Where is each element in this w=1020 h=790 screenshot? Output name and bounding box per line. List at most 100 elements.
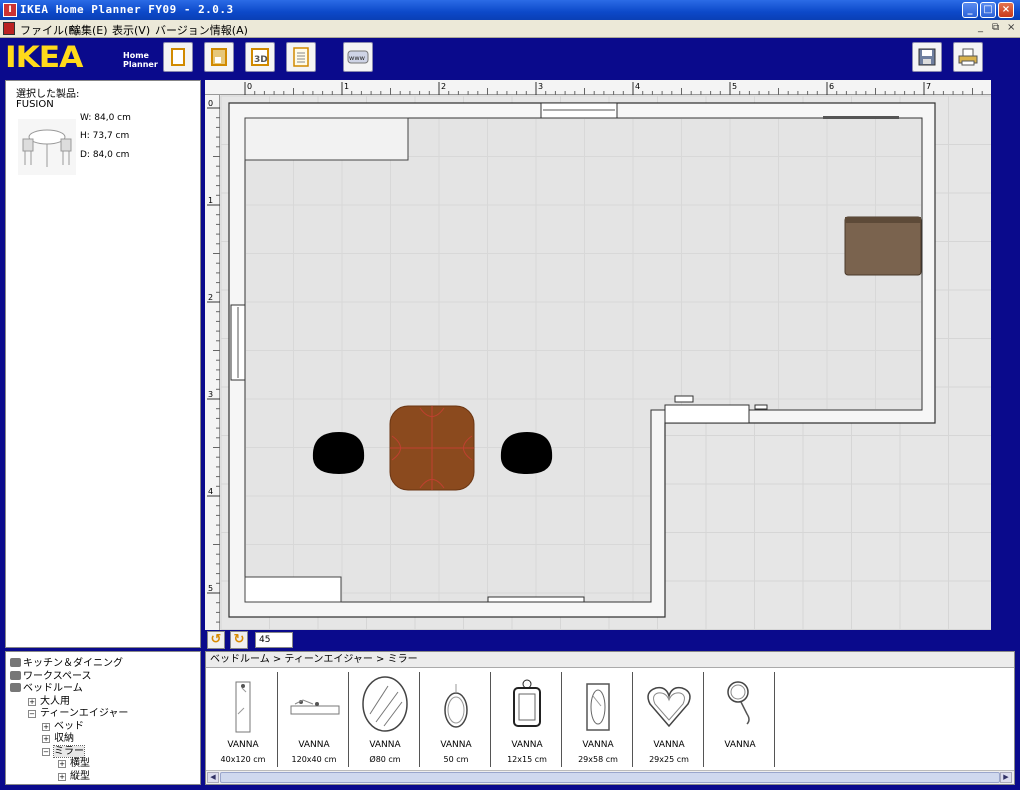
catalog-scrollbar[interactable]: ◀ ▶ xyxy=(206,770,1014,784)
menu-view[interactable]: 表示(V) xyxy=(112,22,150,38)
window-top-right[interactable] xyxy=(823,116,899,119)
catalog-item-size: 29x58 cm xyxy=(578,755,618,764)
tree-item-label: 縦型 xyxy=(70,770,90,782)
svg-text:3D: 3D xyxy=(254,55,268,65)
menu-edit[interactable]: 編集(E) xyxy=(70,22,108,38)
desk-edge xyxy=(845,217,921,223)
new-plan-button[interactable] xyxy=(163,42,193,72)
mdi-restore-icon[interactable]: ⧉ xyxy=(992,22,999,33)
web-button[interactable]: www xyxy=(343,42,373,72)
svg-text:www: www xyxy=(349,54,366,62)
catalog-item[interactable]: VANNA 12x15 cm xyxy=(492,672,562,767)
catalog-item-name: VANNA xyxy=(724,740,756,750)
collapse-icon[interactable]: − xyxy=(42,747,50,756)
print-button[interactable] xyxy=(953,42,983,72)
app-icon: I xyxy=(3,3,17,17)
menu-bar: ファイル(F) 編集(E) 表示(V) バージョン情報(A) _ ⧉ × xyxy=(0,20,1020,38)
catalog-item-size: 40x120 cm xyxy=(220,755,266,764)
open-plan-button[interactable] xyxy=(204,42,234,72)
product-catalog: ベッドルーム > ティーンエイジャー > ミラー VANNA 40x120 cm V… xyxy=(205,651,1015,785)
save-button[interactable] xyxy=(912,42,942,72)
www-icon: www xyxy=(347,50,369,64)
window-bottom[interactable] xyxy=(487,596,585,603)
catalog-item[interactable]: VANNA Ø80 cm xyxy=(350,672,420,767)
close-button[interactable]: × xyxy=(998,2,1014,18)
tree-item[interactable]: + 縦型 xyxy=(58,767,90,782)
logo-subtitle: Home Planner xyxy=(123,51,158,69)
hand-mirror-icon xyxy=(727,681,750,725)
product-height: H: 73,7 cm xyxy=(80,131,130,141)
door-stop xyxy=(754,404,768,410)
angle-input[interactable]: 45 xyxy=(255,632,293,648)
mdi-close-icon[interactable]: × xyxy=(1007,22,1015,33)
catalog-item-size: 12x15 cm xyxy=(507,755,547,764)
tall-mirror-icon xyxy=(235,681,251,733)
catalog-item[interactable]: VANNA 50 cm xyxy=(421,672,491,767)
fusion-table[interactable] xyxy=(389,405,475,491)
toolbar: IKEA Home Planner 3D www xyxy=(0,38,1020,78)
catalog-item-size: 29x25 cm xyxy=(649,755,689,764)
catalog-item-name: VANNA xyxy=(582,740,614,750)
catalog-item-name: VANNA xyxy=(298,740,330,750)
room-plan[interactable] xyxy=(205,80,991,630)
framed-mirror-icon xyxy=(586,683,610,731)
catalog-item[interactable]: VANNA 40x120 cm xyxy=(208,672,278,767)
product-thumbnail xyxy=(18,119,76,175)
ikea-logo: IKEA xyxy=(5,40,119,74)
heart-mirror-icon xyxy=(647,686,691,728)
scroll-thumb[interactable] xyxy=(220,772,1000,783)
inner-wall xyxy=(244,117,923,603)
round-mirror-icon xyxy=(362,676,408,732)
menu-about[interactable]: バージョン情報(A) xyxy=(155,22,248,38)
catalog-item-name: VANNA xyxy=(653,740,685,750)
scroll-left-icon[interactable]: ◀ xyxy=(207,772,219,783)
3d-icon: 3D xyxy=(251,48,269,66)
oval-mirror-icon xyxy=(444,684,468,728)
catalog-item-name: VANNA xyxy=(440,740,472,750)
shopping-list-button[interactable] xyxy=(286,42,316,72)
list-icon xyxy=(293,47,309,67)
maximize-button[interactable]: □ xyxy=(980,2,996,18)
catalog-item-name: VANNA xyxy=(227,740,259,750)
catalog-item-name: VANNA xyxy=(369,740,401,750)
rotate-right-button[interactable]: ↻ xyxy=(230,631,248,649)
title-bar: I IKEA Home Planner FY09 - 2.0.3 _ □ × xyxy=(0,0,1020,20)
catalog-item-size: 50 cm xyxy=(443,755,469,764)
floorplan-canvas[interactable]: 01234567012345 xyxy=(205,80,991,630)
category-icon xyxy=(10,683,21,692)
printer-icon xyxy=(958,48,978,66)
floppy-icon xyxy=(918,48,936,66)
new-plan-icon xyxy=(171,48,185,66)
breadcrumb: ベッドルーム > ティーンエイジャー > ミラー xyxy=(206,652,1014,668)
collapse-icon[interactable]: − xyxy=(28,710,36,718)
product-width: W: 84,0 cm xyxy=(80,113,131,123)
view-3d-button[interactable]: 3D xyxy=(245,42,275,72)
wardrobe[interactable] xyxy=(244,117,409,161)
catalog-item-size: Ø80 cm xyxy=(369,755,401,764)
window-title: IKEA Home Planner FY09 - 2.0.3 xyxy=(20,3,234,16)
document-icon xyxy=(3,22,15,35)
catalog-item-name: VANNA xyxy=(511,740,543,750)
category-tree: キッチン＆ダイニング ワークスペース ベッドルーム + 大人用 − ティーンエイジャー + ベッ… xyxy=(5,651,201,785)
rotate-left-button[interactable]: ↺ xyxy=(207,631,225,649)
chair-left[interactable] xyxy=(312,432,365,474)
selected-product-label: 選択した製品: xyxy=(16,89,80,100)
catalog-item[interactable]: VANNA 120x40 cm xyxy=(279,672,349,767)
scroll-right-icon[interactable]: ▶ xyxy=(1000,772,1012,783)
catalog-item[interactable]: VANNA xyxy=(705,672,775,767)
cabinet[interactable] xyxy=(244,576,342,603)
canvas-controls: ↺ ↻ 45 xyxy=(205,631,991,649)
desk[interactable] xyxy=(844,216,922,276)
catalog-item[interactable]: VANNA 29x58 cm xyxy=(563,672,633,767)
chair-right[interactable] xyxy=(500,432,553,474)
mdi-minimize-icon[interactable]: _ xyxy=(978,22,983,33)
selected-product-panel: 選択した製品: FUSION W: 84,0 cm H: 73,7 cm D: … xyxy=(5,80,201,648)
catalog-item[interactable]: VANNA 29x25 cm xyxy=(634,672,704,767)
catalog-item-size: 120x40 cm xyxy=(291,755,337,764)
expand-icon[interactable]: + xyxy=(58,772,66,781)
wide-mirror-icon xyxy=(290,699,340,715)
floorplan-icon xyxy=(211,48,227,66)
door[interactable] xyxy=(664,404,750,424)
minimize-button[interactable]: _ xyxy=(962,2,978,18)
selected-product-name: FUSION xyxy=(16,99,54,110)
